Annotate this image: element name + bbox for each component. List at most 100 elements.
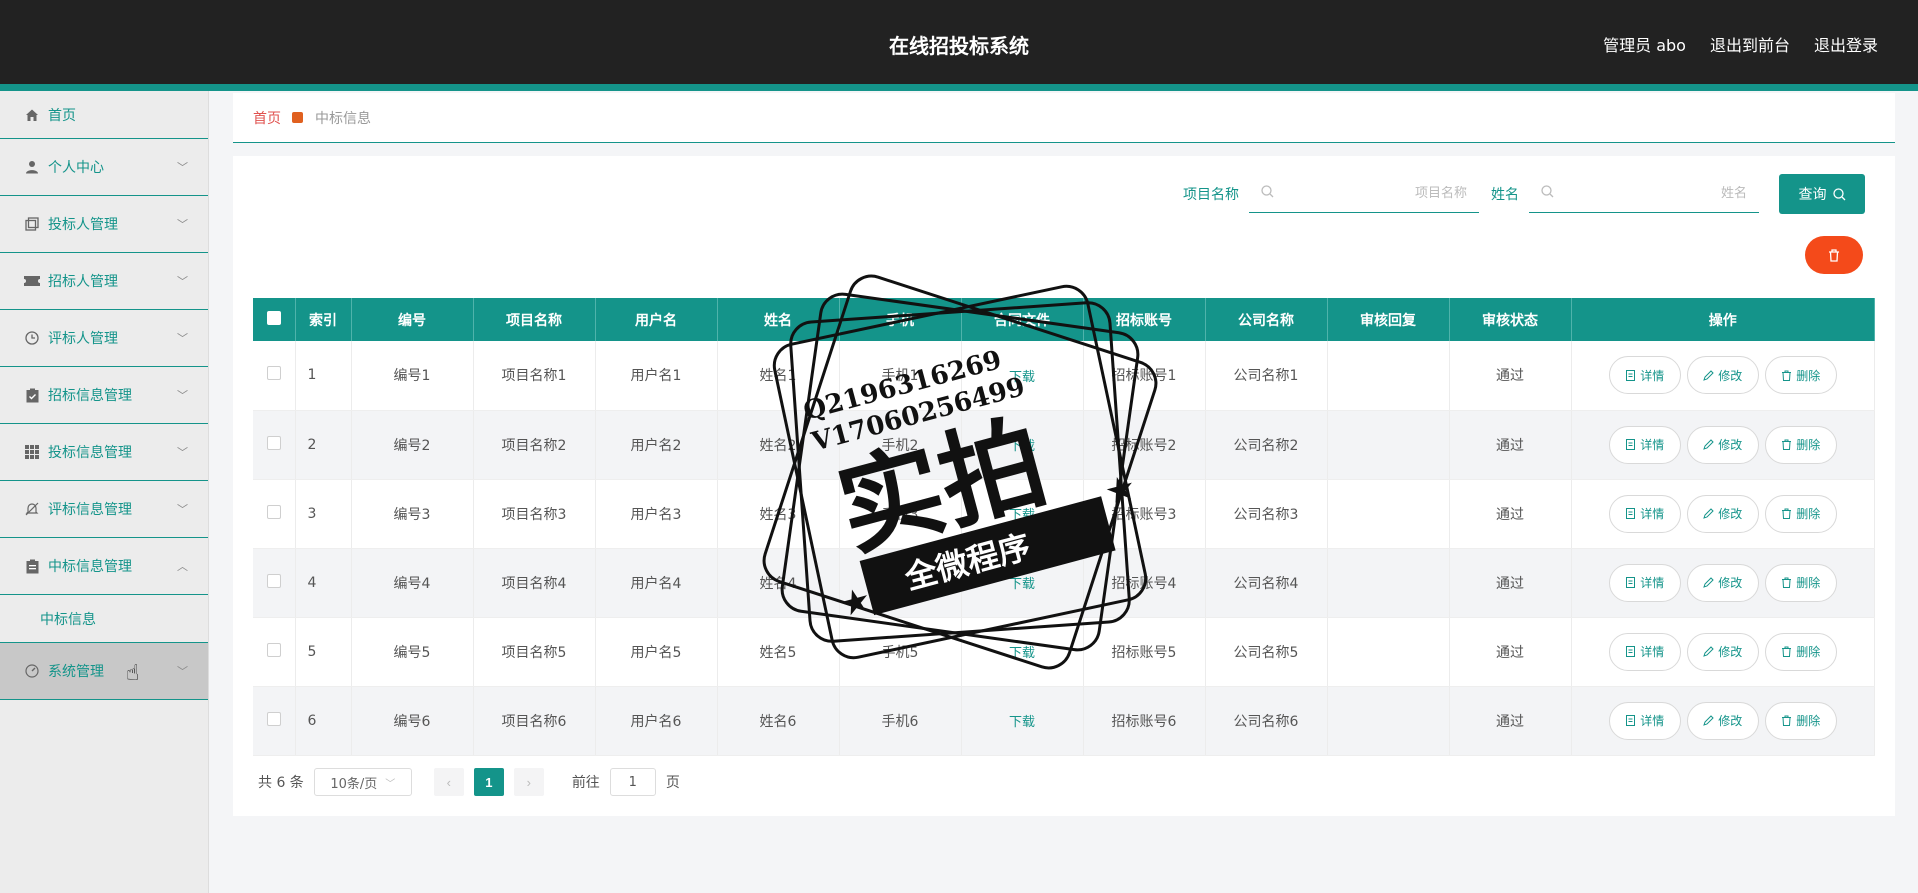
cell-actions: 详情 修改 删除 <box>1571 410 1875 480</box>
row-checkbox[interactable] <box>266 573 281 588</box>
sidebar-subitem-award-info[interactable]: 中标信息 <box>0 595 208 643</box>
cell-actions: 详情 修改 删除 <box>1571 479 1875 549</box>
cell-status: 通过 <box>1449 479 1572 549</box>
delete-button[interactable]: 删除 <box>1764 563 1837 602</box>
edit-label: 修改 <box>1718 368 1743 383</box>
chevron-up-icon: ︿ <box>177 560 188 573</box>
chevron-down-icon: ﹀ <box>177 275 188 288</box>
sidebar-item-personal-center[interactable]: 个人中心 ﹀ <box>0 139 208 196</box>
delete-button[interactable]: 删除 <box>1764 701 1837 740</box>
logout-link[interactable]: 退出登录 <box>1814 32 1878 56</box>
detail-button[interactable]: 详情 <box>1608 632 1681 671</box>
row-checkbox[interactable] <box>266 435 281 450</box>
query-button[interactable]: 查询 <box>1779 174 1865 214</box>
cell-company: 公司名称4 <box>1205 548 1328 618</box>
cell-phone: 手机4 <box>839 548 962 618</box>
cell-file: 下载 <box>961 410 1084 480</box>
cell-file: 下载 <box>961 617 1084 687</box>
edit-button[interactable]: 修改 <box>1686 701 1759 740</box>
detail-button[interactable]: 详情 <box>1608 701 1681 740</box>
batch-delete-button[interactable] <box>1805 236 1863 274</box>
delete-button[interactable]: 删除 <box>1764 632 1837 671</box>
edit-button[interactable]: 修改 <box>1686 632 1759 671</box>
row-checkbox[interactable] <box>266 642 281 657</box>
col-header: 编号 <box>351 298 474 341</box>
page-size-select[interactable]: 10条/页 ﹀ <box>313 768 412 796</box>
chevron-down-icon: ﹀ <box>177 389 188 402</box>
sidebar-item-tenderer[interactable]: 招标人管理 ﹀ <box>0 253 208 310</box>
hand-cursor-icon: ☝ <box>126 661 140 686</box>
sidebar-item-award-info[interactable]: 中标信息管理 ︿ <box>0 538 208 595</box>
user-icon <box>24 159 40 175</box>
download-link[interactable]: 下载 <box>1009 508 1035 523</box>
exit-to-front-link[interactable]: 退出到前台 <box>1710 32 1790 56</box>
goto-suffix: 页 <box>665 775 680 791</box>
sidebar-item-evaluation-info[interactable]: 评标信息管理 ﹀ <box>0 481 208 538</box>
project-name-input[interactable] <box>1274 186 1467 201</box>
chevron-down-icon: ﹀ <box>177 665 188 678</box>
delete-button[interactable]: 删除 <box>1764 494 1837 533</box>
download-link[interactable]: 下载 <box>1009 577 1035 592</box>
page-number-button[interactable]: 1 <box>473 768 504 796</box>
sidebar-item-bid-info[interactable]: 投标信息管理 ﹀ <box>0 424 208 481</box>
download-link[interactable]: 下载 <box>1009 715 1035 730</box>
delete-button[interactable]: 删除 <box>1764 356 1837 395</box>
delete-label: 删除 <box>1796 576 1821 590</box>
row-checkbox[interactable] <box>266 711 281 726</box>
next-page-button[interactable]: › <box>513 768 544 796</box>
select-all-checkbox[interactable] <box>266 310 281 325</box>
sidebar-item-system[interactable]: 系统管理 ☝ ﹀ <box>0 643 208 700</box>
edit-button[interactable]: 修改 <box>1686 356 1759 395</box>
edit-icon <box>1703 370 1714 381</box>
sidebar: 首页 个人中心 ﹀ 投标人管理 ﹀ 招标人管理 ﹀ 评标人管理 ﹀ 招标信息管理… <box>0 91 209 893</box>
detail-button[interactable]: 详情 <box>1608 494 1681 533</box>
cell-phone: 手机2 <box>839 410 962 480</box>
col-header: 合同文件 <box>961 298 1084 341</box>
cell-actions: 详情 修改 删除 <box>1571 548 1875 618</box>
cell-code: 编号6 <box>351 686 474 756</box>
sidebar-item-bidder[interactable]: 投标人管理 ﹀ <box>0 196 208 253</box>
admin-user-label[interactable]: 管理员 abo <box>1603 32 1686 56</box>
prev-page-button[interactable]: ‹ <box>433 768 464 796</box>
table-row: 4 编号4 项目名称4 用户名4 姓名4 手机4 下载 招标账号4 公司名称4 通过 详情 修改 删除 <box>253 548 1875 618</box>
name-input[interactable] <box>1554 186 1747 201</box>
cell-status: 通过 <box>1449 341 1572 411</box>
download-link[interactable]: 下载 <box>1009 370 1035 385</box>
download-link[interactable]: 下载 <box>1009 646 1035 661</box>
goto-prefix: 前往 <box>571 775 600 791</box>
cell-account: 招标账号1 <box>1083 341 1206 411</box>
edit-button[interactable]: 修改 <box>1686 494 1759 533</box>
sidebar-item-label: 招标人管理 <box>48 274 118 290</box>
cell-actions: 详情 修改 删除 <box>1571 617 1875 687</box>
sidebar-item-label: 投标信息管理 <box>48 445 132 461</box>
detail-button[interactable]: 详情 <box>1608 425 1681 464</box>
document-icon <box>1626 715 1636 726</box>
sidebar-item-label: 评标人管理 <box>48 331 118 347</box>
sidebar-item-home[interactable]: 首页 <box>0 91 208 139</box>
cell-company: 公司名称2 <box>1205 410 1328 480</box>
detail-label: 详情 <box>1640 507 1665 521</box>
cell-file: 下载 <box>961 341 1084 411</box>
detail-button[interactable]: 详情 <box>1608 356 1681 395</box>
sidebar-item-tender-info[interactable]: 招标信息管理 ﹀ <box>0 367 208 424</box>
breadcrumb-home[interactable]: 首页 <box>253 108 281 128</box>
edit-button[interactable]: 修改 <box>1686 563 1759 602</box>
row-checkbox[interactable] <box>266 504 281 519</box>
document-icon <box>1626 646 1636 657</box>
bell-off-icon <box>24 501 40 517</box>
detail-label: 详情 <box>1640 368 1665 383</box>
detail-button[interactable]: 详情 <box>1608 563 1681 602</box>
name-field <box>1529 175 1759 213</box>
cell-status: 通过 <box>1449 548 1572 618</box>
download-link[interactable]: 下载 <box>1009 439 1035 454</box>
delete-label: 删除 <box>1796 368 1821 383</box>
document-icon <box>1626 577 1636 588</box>
goto-page-input[interactable] <box>609 768 656 796</box>
delete-label: 删除 <box>1796 714 1821 728</box>
col-header: 操作 <box>1571 298 1875 341</box>
cell-file: 下载 <box>961 479 1084 549</box>
sidebar-item-evaluator[interactable]: 评标人管理 ﹀ <box>0 310 208 367</box>
row-checkbox[interactable] <box>266 366 281 381</box>
edit-button[interactable]: 修改 <box>1686 425 1759 464</box>
delete-button[interactable]: 删除 <box>1764 425 1837 464</box>
